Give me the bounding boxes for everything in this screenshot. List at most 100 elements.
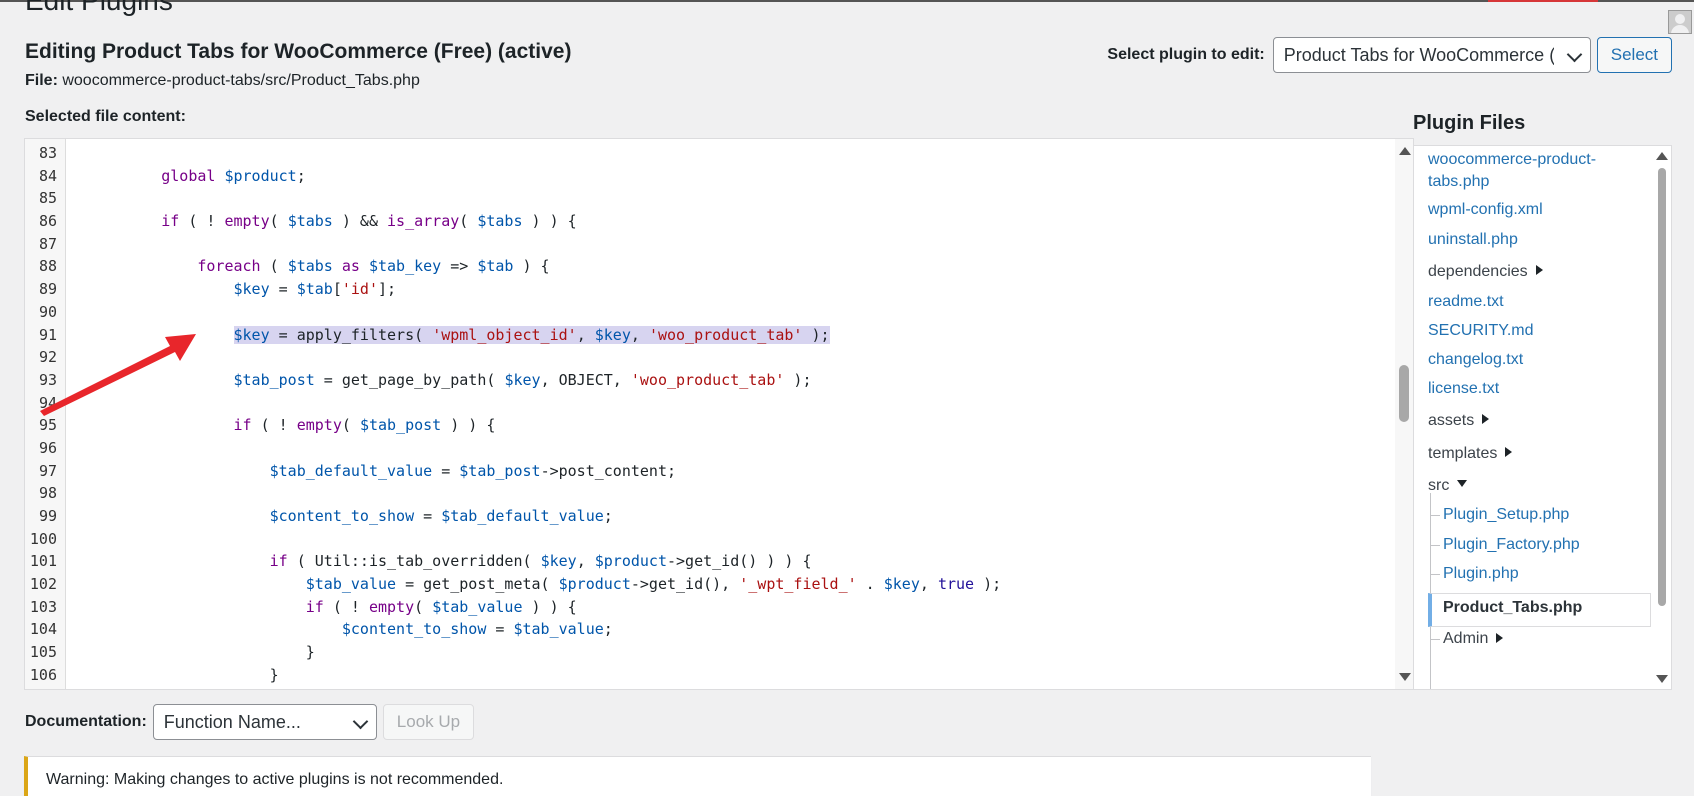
code-text: if ( ! empty( $tab_value ) ) { (89, 596, 577, 619)
file-link[interactable]: woocommerce-product-tabs.php (1428, 149, 1596, 193)
code-text: $content_to_show = $tab_default_value; (89, 505, 613, 528)
code-token: , OBJECT, (540, 370, 631, 389)
code-editor[interactable]: 83 84 global $product; 85 86 if ( ! empty( … (24, 138, 1414, 690)
line-number: 92 (38, 348, 57, 367)
files-scroll-thumb[interactable] (1658, 168, 1666, 606)
plugin-files-tree: woocommerce-product-tabs.php wpml-config.… (1413, 145, 1672, 690)
line-number: 100 (29, 529, 57, 548)
code-token: $tab_post (459, 461, 541, 480)
caret-right-icon (1496, 633, 1504, 643)
code-token: $tab (477, 257, 514, 276)
code-token: $tabs (287, 257, 333, 276)
page-heading: Edit Plugins (25, 0, 173, 16)
code-token: $key (594, 325, 631, 344)
code-line[interactable]: 100 (25, 528, 1385, 551)
code-line[interactable]: 88 foreach ( $tabs as $tab_key => $tab )… (25, 255, 1385, 278)
code-line[interactable]: 97 $tab_default_value = $tab_post->post_… (25, 460, 1385, 483)
file-path-line: File: woocommerce-product-tabs/src/Produ… (25, 72, 420, 90)
code-text: $tab_default_value = $tab_post->post_con… (89, 460, 676, 483)
code-token: ]; (378, 280, 397, 299)
code-line[interactable]: 102 $tab_value = get_post_meta( $product… (25, 573, 1385, 596)
code-line[interactable]: 98 (25, 482, 1385, 505)
file-link[interactable]: Plugin_Setup.php (1443, 504, 1569, 526)
code-line[interactable]: 93 $tab_post = get_page_by_path( $key, O… (25, 369, 1385, 392)
code-line[interactable]: 95 if ( ! empty( $tab_post ) ) { (25, 414, 1385, 437)
code-token: ) ) { (441, 416, 496, 435)
plugin-select-dropdown[interactable]: Product Tabs for WooCommerce (Free) (1272, 37, 1591, 73)
folder-toggle[interactable]: Admin (1443, 628, 1504, 650)
code-line[interactable]: 96 (25, 437, 1385, 460)
file-link[interactable]: readme.txt (1428, 291, 1504, 313)
code-line[interactable]: 85 (25, 187, 1385, 210)
files-scrollbar[interactable] (1653, 146, 1671, 689)
code-token: ) ) { (522, 597, 577, 616)
file-label: readme.txt (1428, 293, 1504, 310)
user-avatar-icon[interactable] (1668, 10, 1692, 34)
look-up-button[interactable]: Look Up (382, 704, 475, 740)
code-text: foreach ( $tabs as $tab_key => $tab ) { (89, 255, 549, 278)
folder-toggle[interactable]: dependencies (1428, 261, 1543, 283)
scroll-down-icon[interactable] (1656, 675, 1668, 683)
editor-scroll-thumb[interactable] (1399, 365, 1409, 422)
function-name-select[interactable]: Function Name... (152, 704, 377, 740)
code-token: ->post_content; (540, 461, 677, 480)
code-lines[interactable]: 83 84 global $product; 85 86 if ( ! empty( … (25, 142, 1385, 687)
file-path: woocommerce-product-tabs/src/Product_Tab… (62, 72, 420, 89)
code-token: $key (233, 325, 270, 344)
code-line[interactable]: 84 global $product; (25, 165, 1385, 188)
code-line[interactable]: 99 $content_to_show = $tab_default_value… (25, 505, 1385, 528)
code-line[interactable]: 106 } (25, 664, 1385, 687)
code-text: } (89, 641, 315, 664)
select-plugin-button[interactable]: Select (1596, 37, 1672, 73)
code-line[interactable]: 105 } (25, 641, 1385, 664)
code-token: ; (603, 620, 613, 639)
code-line[interactable]: 103 if ( ! empty( $tab_value ) ) { (25, 596, 1385, 619)
file-link[interactable]: changelog.txt (1428, 349, 1523, 371)
scroll-down-icon[interactable] (1399, 673, 1411, 681)
code-line[interactable]: 83 (25, 142, 1385, 165)
code-token: empty (224, 212, 270, 231)
active-file-label: Product_Tabs.php (1443, 599, 1583, 616)
code-token: foreach (197, 257, 261, 276)
file-link[interactable]: Plugin.php (1443, 563, 1519, 585)
code-line[interactable]: 86 if ( ! empty( $tabs ) && is_array( $t… (25, 210, 1385, 233)
tree-guide-line (1430, 493, 1431, 689)
file-label: woocommerce-product- (1428, 151, 1597, 168)
tree-guide-tick (1430, 515, 1440, 516)
editing-title: Editing Product Tabs for WooCommerce (Fr… (25, 40, 572, 63)
file-link[interactable]: Plugin_Factory.php (1443, 534, 1580, 556)
code-token: ( ! (323, 597, 369, 616)
file-link[interactable]: SECURITY.md (1428, 320, 1534, 342)
tree-guide-tick (1430, 545, 1440, 546)
code-token: true (937, 575, 975, 594)
code-line[interactable]: 92 (25, 346, 1385, 369)
code-line[interactable]: 91 $key = apply_filters( 'wpml_object_id… (25, 324, 1385, 347)
code-line[interactable]: 90 (25, 301, 1385, 324)
file-link[interactable]: license.txt (1428, 378, 1499, 400)
folder-toggle[interactable]: assets (1428, 410, 1490, 432)
code-line[interactable]: 94 (25, 392, 1385, 415)
active-file-link[interactable]: Product_Tabs.php (1428, 593, 1651, 627)
code-line[interactable]: 101 if ( Util::is_tab_overridden( $key, … (25, 550, 1385, 573)
code-token: } (89, 665, 279, 684)
line-number: 93 (38, 370, 57, 389)
code-token: ( (341, 416, 360, 435)
line-number: 90 (38, 302, 57, 321)
code-token: if (269, 552, 288, 571)
code-line[interactable]: 104 $content_to_show = $tab_value; (25, 618, 1385, 641)
editor-scrollbar[interactable] (1395, 139, 1413, 689)
scroll-up-icon[interactable] (1399, 147, 1411, 155)
tree-guide-tick (1430, 639, 1440, 640)
scroll-up-icon[interactable] (1656, 152, 1668, 160)
folder-toggle[interactable]: src (1428, 475, 1468, 497)
file-label: uninstall.php (1428, 231, 1518, 248)
line-number: 98 (38, 484, 57, 503)
code-token: = (414, 507, 442, 525)
file-link[interactable]: uninstall.php (1428, 229, 1518, 251)
code-line[interactable]: 87 (25, 233, 1385, 256)
file-link[interactable]: wpml-config.xml (1428, 199, 1543, 221)
code-line[interactable]: 89 $key = $tab['id']; (25, 278, 1385, 301)
folder-toggle[interactable]: templates (1428, 443, 1513, 465)
